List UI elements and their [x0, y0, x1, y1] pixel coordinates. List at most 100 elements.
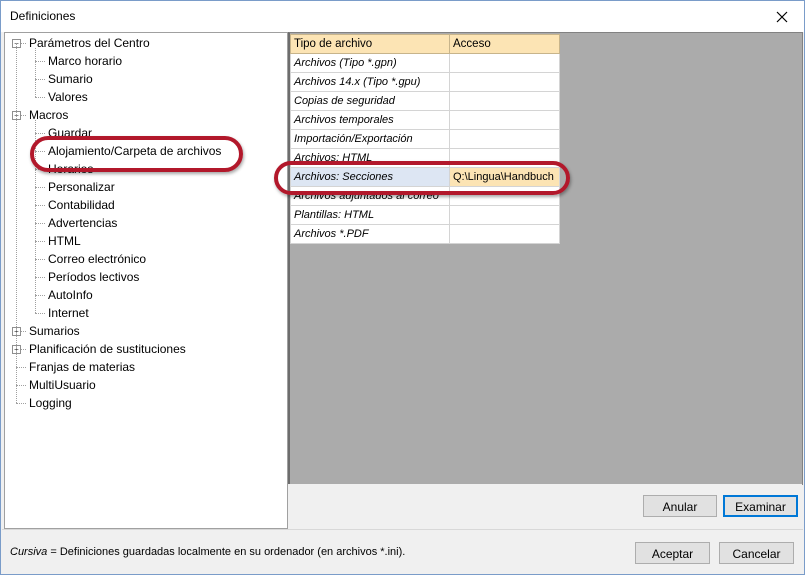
- tree-item[interactable]: Guardar: [46, 124, 94, 142]
- grid-cell-type: Archivos: HTML: [290, 148, 450, 168]
- grid-row[interactable]: Archivos 14.x (Tipo *.gpu): [290, 72, 560, 92]
- tree-item-label: Internet: [48, 306, 89, 320]
- tree-item-label: Parámetros del Centro: [29, 36, 150, 50]
- tree-item-label: Advertencias: [48, 216, 118, 230]
- footer-note: Cursiva = Definiciones guardadas localme…: [10, 546, 405, 558]
- grid-cell-access[interactable]: [449, 148, 560, 168]
- tree-item-label: Franjas de materias: [29, 360, 136, 374]
- grid-row[interactable]: Archivos *.PDF: [290, 224, 560, 244]
- close-button[interactable]: [760, 1, 804, 32]
- tree-item-label: Logging: [29, 396, 72, 410]
- tree-item-label: Planificación de sustituciones: [29, 342, 186, 356]
- tree-item[interactable]: Períodos lectivos: [46, 268, 141, 286]
- tree-item[interactable]: Macros: [27, 106, 70, 124]
- grid-cell-access[interactable]: [449, 224, 560, 244]
- tree-item[interactable]: Parámetros del Centro: [27, 34, 152, 52]
- footer-italic-word: Cursiva: [10, 546, 48, 558]
- grid-row[interactable]: Archivos: Secciones Q:\Lingua\Handbuch: [290, 167, 560, 187]
- tree-item-label: Sumario: [48, 72, 93, 86]
- grid-row[interactable]: Archivos adjuntados al correo: [290, 186, 560, 206]
- ok-button[interactable]: Aceptar: [635, 542, 710, 564]
- tree-item[interactable]: Franjas de materias: [27, 358, 137, 376]
- grid-cell-type: Archivos: Secciones: [290, 167, 450, 187]
- tree-item-label: Guardar: [48, 126, 93, 140]
- tree-item[interactable]: HTML: [46, 232, 83, 250]
- tree-item[interactable]: Alojamiento/Carpeta de archivos: [46, 142, 223, 160]
- grid-cell-type: Archivos temporales: [290, 110, 450, 130]
- grid-cell-access[interactable]: [449, 186, 560, 206]
- tree-item-label: Alojamiento/Carpeta de archivos: [48, 144, 222, 158]
- tree-item[interactable]: Horarios: [46, 160, 95, 178]
- grid-cell-access[interactable]: [449, 72, 560, 92]
- tree-connector: [16, 403, 26, 404]
- grid-row[interactable]: Copias de seguridad: [290, 91, 560, 111]
- tree-connector: [35, 79, 45, 80]
- tree-item[interactable]: Sumario: [46, 70, 95, 88]
- grid-cell-access[interactable]: [449, 91, 560, 111]
- tree-item[interactable]: Logging: [27, 394, 74, 412]
- window-title: Definiciones: [10, 9, 76, 23]
- tree-connector: [35, 133, 45, 134]
- column-header-access[interactable]: Acceso: [449, 34, 560, 54]
- footer-separator: [2, 529, 803, 530]
- grid-cell-access[interactable]: Q:\Lingua\Handbuch: [449, 167, 560, 187]
- tree-item[interactable]: Internet: [46, 304, 91, 322]
- tree-connector: [35, 259, 45, 260]
- tree-item-label: Valores: [48, 90, 88, 104]
- grid-cell-access[interactable]: [449, 110, 560, 130]
- tree-item-label: Períodos lectivos: [48, 270, 140, 284]
- grid-row[interactable]: Importación/Exportación: [290, 129, 560, 149]
- tree-item-label: AutoInfo: [48, 288, 93, 302]
- definiciones-dialog: Definiciones Parámetros del Centro − Marco…: [0, 0, 805, 575]
- grid-row[interactable]: Archivos: HTML: [290, 148, 560, 168]
- column-header-type[interactable]: Tipo de archivo: [290, 34, 450, 54]
- settings-tree[interactable]: Parámetros del Centro − Marco horario Sumar…: [4, 32, 288, 529]
- cancel-button[interactable]: Cancelar: [719, 542, 794, 564]
- tree-item[interactable]: Sumarios: [27, 322, 82, 340]
- grid-cell-access[interactable]: [449, 205, 560, 225]
- grid-cell-access[interactable]: [449, 53, 560, 73]
- tree-connector: [35, 48, 36, 97]
- browse-button[interactable]: Examinar: [723, 495, 798, 517]
- grid-header-row: Tipo de archivo Acceso: [290, 34, 560, 54]
- grid-cell-type: Copias de seguridad: [290, 91, 450, 111]
- grid-row[interactable]: Archivos temporales: [290, 110, 560, 130]
- tree-item[interactable]: Valores: [46, 88, 90, 106]
- tree-item[interactable]: Correo electrónico: [46, 250, 148, 268]
- tree-connector: [35, 313, 45, 314]
- tree-connector: [35, 151, 45, 152]
- grid-cell-access[interactable]: [449, 129, 560, 149]
- tree-item-label: Contabilidad: [48, 198, 115, 212]
- grid-row[interactable]: Archivos (Tipo *.gpn): [290, 53, 560, 73]
- close-icon: [776, 11, 788, 22]
- footer-note-text: = Definiciones guardadas localmente en s…: [47, 546, 406, 558]
- tree-connector: [35, 241, 45, 242]
- cancel-edit-button[interactable]: Anular: [643, 495, 717, 517]
- grid-cell-type: Archivos 14.x (Tipo *.gpu): [290, 72, 450, 92]
- grid-cell-type: Importación/Exportación: [290, 129, 450, 149]
- tree-connector: [35, 97, 45, 98]
- file-locations-grid: Tipo de archivo Acceso Archivos (Tipo *.…: [288, 32, 803, 485]
- tree-connector: [35, 205, 45, 206]
- grid-cell-type: Archivos (Tipo *.gpn): [290, 53, 450, 73]
- tree-item[interactable]: Advertencias: [46, 214, 119, 232]
- tree-item[interactable]: AutoInfo: [46, 286, 95, 304]
- tree-item[interactable]: Personalizar: [46, 178, 117, 196]
- grid-cell-type: Archivos adjuntados al correo: [290, 186, 450, 206]
- tree-connector: [16, 367, 26, 368]
- title-bar: Definiciones: [1, 1, 804, 32]
- tree-item[interactable]: Contabilidad: [46, 196, 117, 214]
- tree-item[interactable]: MultiUsuario: [27, 376, 98, 394]
- tree-item-label: MultiUsuario: [29, 378, 96, 392]
- tree-item[interactable]: Planificación de sustituciones: [27, 340, 188, 358]
- tree-connector: [16, 385, 26, 386]
- grid-row[interactable]: Plantillas: HTML: [290, 205, 560, 225]
- tree-item-label: Sumarios: [29, 324, 80, 338]
- tree-connector: [16, 43, 17, 403]
- tree-item[interactable]: Marco horario: [46, 52, 124, 70]
- tree-item-label: Horarios: [48, 162, 94, 176]
- tree-connector: [35, 120, 36, 313]
- tree-item-label: Personalizar: [48, 180, 115, 194]
- tree-connector: [35, 169, 45, 170]
- tree-item-label: Macros: [29, 108, 69, 122]
